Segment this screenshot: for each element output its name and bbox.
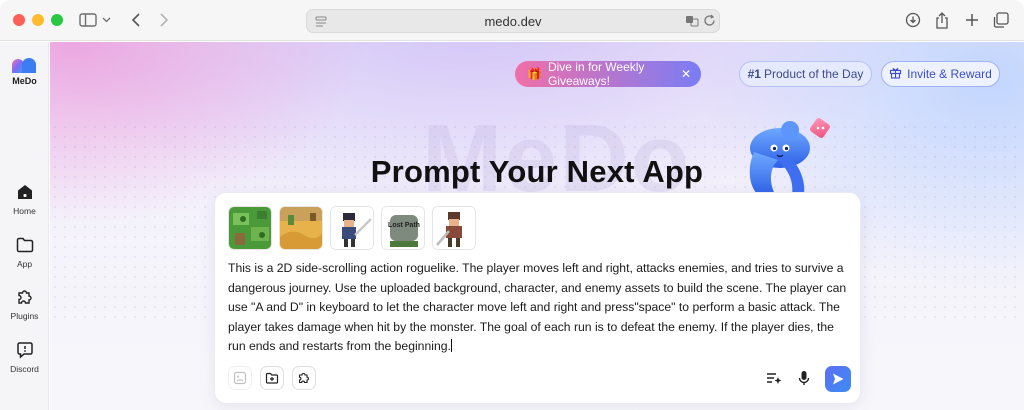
sign-text: Lost Path	[388, 222, 420, 229]
tabs-overview-icon[interactable]	[991, 10, 1011, 30]
maximize-window-button[interactable]	[51, 14, 63, 26]
sidebar-item-plugins[interactable]: Plugins	[0, 287, 49, 321]
url-text: medo.dev	[484, 14, 542, 29]
list-sparkle-icon	[767, 373, 782, 384]
address-bar[interactable]: medo.dev	[306, 9, 720, 33]
attachment-thumbnail[interactable]	[228, 206, 272, 250]
sidebar-item-label: Home	[13, 206, 36, 216]
sidebar: MeDo Home App Plugins Discord	[0, 42, 49, 410]
download-icon[interactable]	[903, 10, 923, 30]
invite-reward-button[interactable]: Invite & Reward	[881, 61, 1000, 87]
home-icon	[17, 185, 32, 199]
prompt-textarea[interactable]: This is a 2D side-scrolling action rogue…	[228, 259, 848, 357]
sidebar-item-label: Discord	[10, 364, 39, 374]
desert-map-image	[280, 207, 322, 249]
forward-icon[interactable]	[154, 10, 174, 30]
logo-text: MeDo	[12, 76, 37, 86]
enhance-prompt-button[interactable]	[764, 368, 784, 388]
giveaway-banner[interactable]: 🎁 Dive in for Weekly Giveaways! ✕	[515, 60, 701, 88]
attachment-thumbnail[interactable]	[330, 206, 374, 250]
send-icon	[833, 373, 844, 385]
sidebar-item-label: Plugins	[10, 311, 39, 321]
translate-icon[interactable]	[685, 14, 699, 33]
close-window-button[interactable]	[13, 14, 25, 26]
image-button[interactable]	[228, 366, 252, 390]
browser-toolbar: medo.dev	[0, 0, 1024, 41]
grass-map-image	[229, 207, 271, 249]
minimize-window-button[interactable]	[32, 14, 44, 26]
reload-icon[interactable]	[703, 14, 716, 32]
swordsman-sprite	[331, 207, 373, 249]
prompt-card: Lost Path This is a 2D side-scrolling ac…	[214, 192, 861, 404]
gift-icon: 🎁	[527, 67, 542, 81]
close-icon[interactable]: ✕	[681, 67, 691, 81]
chevron-down-icon[interactable]	[99, 10, 113, 30]
image-icon	[233, 371, 247, 385]
plugins-button[interactable]	[292, 366, 316, 390]
upload-file-button[interactable]	[260, 366, 284, 390]
warrior-sprite	[433, 207, 475, 249]
voice-input-button[interactable]	[794, 368, 814, 388]
sidebar-item-home[interactable]: Home	[0, 182, 49, 216]
prompt-text: This is a 2D side-scrolling action rogue…	[228, 261, 847, 353]
new-tab-icon[interactable]	[962, 10, 982, 30]
microphone-icon	[798, 371, 810, 385]
product-of-the-day-badge[interactable]: #1 Product of the Day	[739, 61, 872, 87]
giveaway-label: Dive in for Weekly Giveaways!	[547, 60, 645, 88]
folder-plus-icon	[265, 372, 279, 384]
invite-label: Invite & Reward	[907, 67, 992, 81]
send-button[interactable]	[825, 366, 851, 392]
attachment-thumbnail[interactable]	[432, 206, 476, 250]
product-rank: #1	[747, 67, 761, 81]
back-icon[interactable]	[126, 10, 146, 30]
sidebar-item-label: App	[16, 259, 33, 269]
sidebar-item-discord[interactable]: Discord	[0, 340, 49, 374]
sidebar-item-app[interactable]: App	[0, 235, 49, 269]
page-title: Prompt Your Next App	[370, 154, 704, 189]
gift-outline-icon	[889, 66, 902, 82]
medo-logo-icon[interactable]	[11, 56, 39, 74]
product-label: Product of the Day	[763, 67, 864, 81]
puzzle-icon	[17, 290, 32, 304]
share-icon[interactable]	[932, 10, 952, 30]
puzzle-icon	[298, 373, 309, 384]
folder-icon	[16, 237, 33, 253]
sidebar-toggle-icon[interactable]	[78, 10, 98, 30]
attachment-thumbnail[interactable]: Lost Path	[381, 206, 425, 250]
chat-icon	[16, 342, 33, 359]
lost-path-sign-image: Lost Path	[382, 207, 424, 249]
main-content: MeDo 🎁 Dive in for Weekly Giveaways! ✕ #…	[50, 42, 1024, 410]
text-cursor	[450, 339, 452, 352]
attachment-thumbnail[interactable]	[279, 206, 323, 250]
